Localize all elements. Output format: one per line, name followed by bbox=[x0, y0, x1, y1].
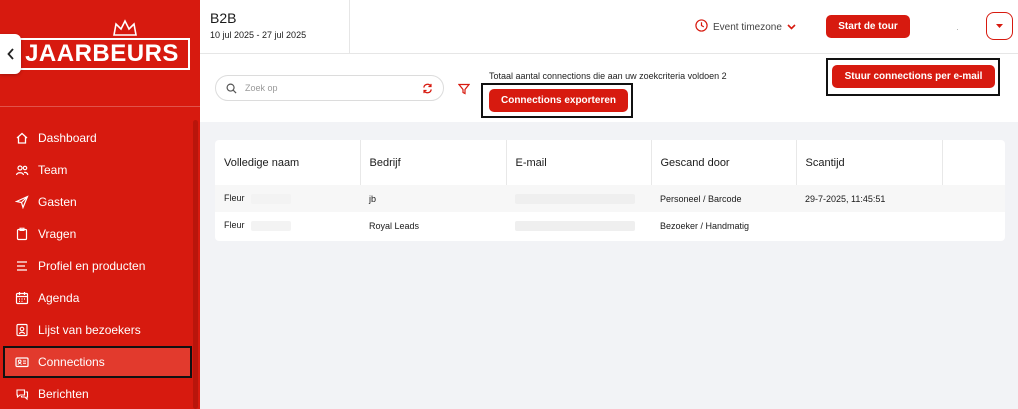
start-tour-button[interactable]: Start de tour bbox=[826, 15, 910, 38]
cell-email bbox=[506, 185, 651, 212]
column-header-scan-time[interactable]: Scantijd bbox=[796, 140, 943, 185]
logo-text: JAARBEURS bbox=[25, 40, 179, 67]
table-row[interactable]: Fleur jb Personeel / Barcode 29-7-2025, … bbox=[215, 185, 1005, 212]
table-row[interactable]: Fleur Royal Leads Bezoeker / Handmatig bbox=[215, 212, 1005, 239]
cell-scanned-by: Bezoeker / Handmatig bbox=[660, 220, 750, 231]
name-text: Fleur bbox=[224, 193, 245, 204]
cell-name: Fleur bbox=[215, 185, 360, 212]
calendar-icon bbox=[15, 291, 29, 305]
jaarbeurs-logo[interactable]: JAARBEURS bbox=[14, 38, 190, 70]
send-icon bbox=[15, 195, 29, 209]
column-header-name[interactable]: Volledige naam bbox=[215, 140, 361, 185]
redacted-email bbox=[515, 193, 635, 204]
top-header: B2B 10 jul 2025 - 27 jul 2025 Event time… bbox=[200, 0, 1018, 54]
chevron-down-icon bbox=[787, 22, 796, 33]
sidebar-item-lijst-van-bezoekers[interactable]: Lijst van bezoekers bbox=[0, 314, 200, 346]
search-box[interactable] bbox=[215, 75, 444, 101]
cell-scan-time: 29-7-2025, 11:45:51 bbox=[796, 185, 942, 212]
sidebar-item-label: Dashboard bbox=[38, 131, 97, 145]
list-icon bbox=[15, 259, 29, 273]
filter-bar: Totaal aantal connections die aan uw zoe… bbox=[200, 54, 1018, 122]
filter-button[interactable] bbox=[457, 82, 471, 100]
search-icon bbox=[226, 83, 237, 94]
collapse-sidebar-button[interactable] bbox=[0, 34, 21, 74]
sidebar-item-gasten[interactable]: Gasten bbox=[0, 186, 200, 218]
sidebar-item-label: Team bbox=[38, 163, 68, 177]
redacted-lastname bbox=[250, 220, 291, 231]
table-header-row: Volledige naam Bedrijf E-mail Gescand do… bbox=[215, 140, 1005, 185]
redacted-lastname bbox=[250, 193, 291, 204]
sidebar-item-label: Berichten bbox=[38, 387, 89, 401]
user-name-placeholder: · bbox=[956, 24, 959, 34]
cell-scan-time bbox=[796, 212, 942, 239]
export-connections-button[interactable]: Connections exporteren bbox=[489, 89, 628, 112]
filter-icon bbox=[457, 83, 471, 95]
cell-company: Royal Leads bbox=[369, 220, 420, 231]
clipboard-icon bbox=[15, 227, 29, 241]
event-title: B2B bbox=[210, 10, 237, 26]
cell-scanned-by: Personeel / Barcode bbox=[651, 185, 796, 212]
column-header-scanned-by[interactable]: Gescand door bbox=[651, 140, 797, 185]
event-timezone-dropdown[interactable]: Event timezone bbox=[695, 19, 796, 35]
result-count-text: Totaal aantal connections die aan uw zoe… bbox=[489, 71, 727, 81]
clock-icon bbox=[695, 19, 708, 35]
cell-actions bbox=[942, 212, 1005, 239]
timezone-label: Event timezone bbox=[713, 21, 782, 33]
home-icon bbox=[15, 131, 29, 145]
search-input[interactable] bbox=[245, 83, 422, 93]
sidebar-item-vragen[interactable]: Vragen bbox=[0, 218, 200, 250]
user-menu-button[interactable] bbox=[986, 12, 1013, 40]
name-text: Fleur bbox=[224, 220, 245, 231]
id-card-icon bbox=[15, 355, 29, 369]
contact-icon bbox=[15, 323, 29, 337]
cell-company: jb bbox=[360, 185, 506, 212]
chat-icon bbox=[15, 387, 29, 401]
sidebar-item-label: Vragen bbox=[38, 227, 77, 241]
cell-actions bbox=[942, 185, 1005, 212]
sidebar-item-label: Lijst van bezoekers bbox=[38, 323, 141, 337]
redacted-email bbox=[515, 220, 635, 231]
sidebar-item-label: Profiel en producten bbox=[38, 259, 146, 273]
sidebar-item-profiel-en-producten[interactable]: Profiel en producten bbox=[0, 250, 200, 282]
mail-connections-button[interactable]: Stuur connections per e-mail bbox=[832, 65, 995, 88]
crown-icon bbox=[113, 19, 137, 36]
sidebar-divider bbox=[0, 106, 200, 107]
chevron-left-icon bbox=[6, 48, 14, 60]
team-icon bbox=[15, 163, 29, 177]
column-header-actions bbox=[942, 140, 1005, 185]
cell-email bbox=[506, 212, 651, 239]
sidebar-scrollbar[interactable] bbox=[193, 120, 198, 409]
sidebar-item-label: Connections bbox=[38, 355, 105, 369]
column-header-company[interactable]: Bedrijf bbox=[360, 140, 507, 185]
caret-down-icon bbox=[996, 24, 1003, 28]
sidebar-item-label: Agenda bbox=[38, 291, 80, 305]
sidebar-item-dashboard[interactable]: Dashboard bbox=[0, 122, 200, 154]
connections-table: Volledige naam Bedrijf E-mail Gescand do… bbox=[215, 140, 1005, 239]
sidebar-item-agenda[interactable]: Agenda bbox=[0, 282, 200, 314]
cell-name: Fleur bbox=[215, 212, 360, 239]
sidebar-item-label: Gasten bbox=[38, 195, 77, 209]
sidebar-item-berichten[interactable]: Berichten bbox=[0, 378, 200, 409]
event-dates: 10 jul 2025 - 27 jul 2025 bbox=[210, 30, 307, 40]
refresh-icon[interactable] bbox=[422, 83, 433, 94]
event-info[interactable]: B2B 10 jul 2025 - 27 jul 2025 bbox=[200, 0, 350, 54]
sidebar-nav: Dashboard Team Gasten Vragen Profiel en … bbox=[0, 122, 200, 409]
column-header-email[interactable]: E-mail bbox=[506, 140, 652, 185]
sidebar-item-team[interactable]: Team bbox=[0, 154, 200, 186]
sidebar: JAARBEURS Dashboard Team Gasten Vragen P… bbox=[0, 0, 200, 409]
connections-table-card: Volledige naam Bedrijf E-mail Gescand do… bbox=[215, 140, 1005, 241]
sidebar-item-connections[interactable]: Connections bbox=[3, 346, 192, 378]
